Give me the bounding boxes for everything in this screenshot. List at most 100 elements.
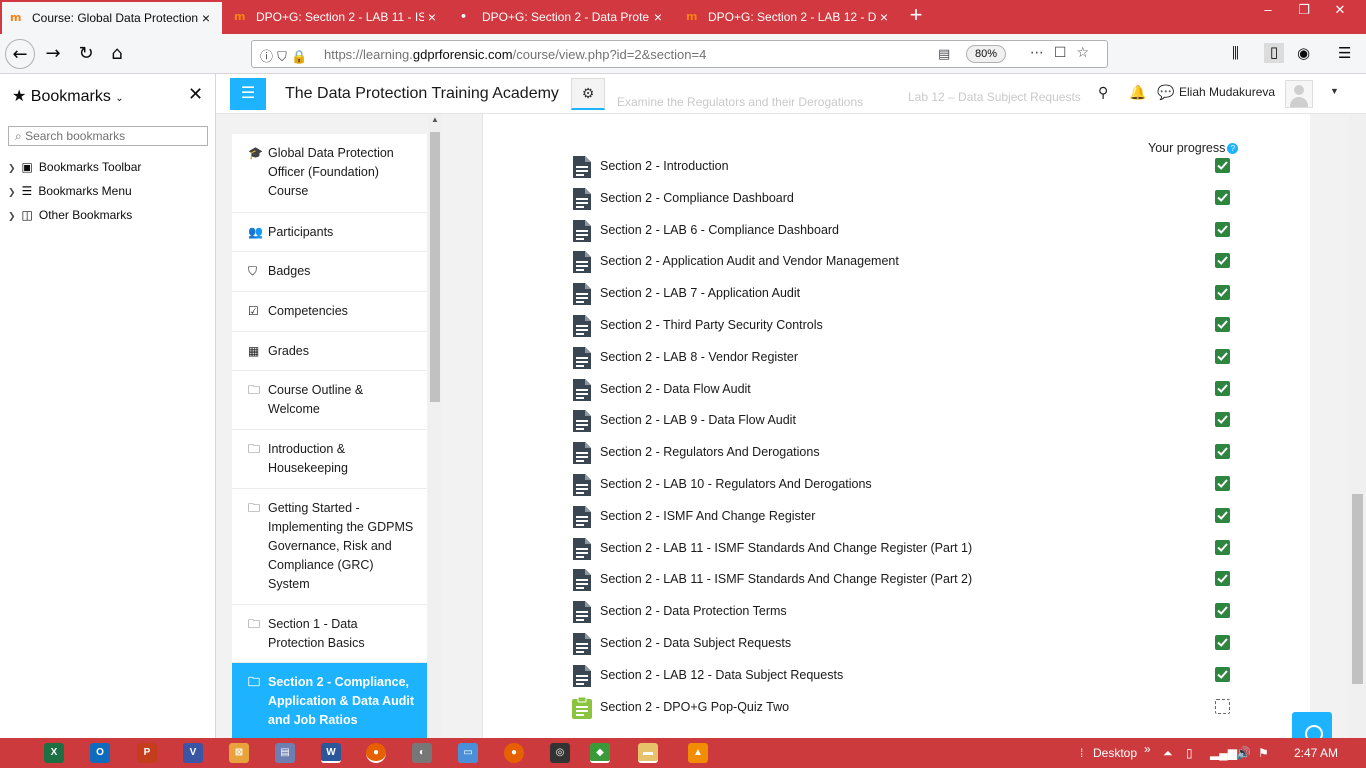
network-icon[interactable]: ▂▄▆ [1210,746,1237,760]
activity-link[interactable]: Section 2 - Third Party Security Control… [600,318,823,332]
help-icon[interactable]: ? [1227,143,1239,155]
close-icon[interactable]: × [650,9,666,25]
page-activity-row[interactable]: Section 2 - Data Subject Requests [571,632,1251,656]
firefox-icon[interactable]: ● [366,743,386,763]
bookmarks-header[interactable]: ★ Bookmarks ⌄ [12,86,124,106]
chevron-icon[interactable]: » [1144,742,1151,756]
chat-icon[interactable]: 💬 [1157,85,1174,101]
completion-checked-icon[interactable] [1215,507,1230,523]
activity-link[interactable]: Section 2 - Data Flow Audit [600,382,751,396]
completion-checked-icon[interactable] [1215,571,1230,587]
firefox-icon[interactable]: ● [504,743,524,763]
page-activity-row[interactable]: Section 2 - Data Flow Audit [571,378,1251,402]
drawer-item-badges[interactable]: ⛉ Badges [232,252,427,292]
bookmarks-search-input[interactable]: ⌕ Search bookmarks [8,126,208,146]
completion-checked-icon[interactable] [1215,444,1230,460]
activity-link[interactable]: Section 2 - LAB 10 - Regulators And Dero… [600,477,872,491]
page-activity-row[interactable]: Section 2 - LAB 8 - Vendor Register [571,346,1251,370]
tray-arrow-icon[interactable]: ⏶ [1163,746,1173,761]
completion-checked-icon[interactable] [1215,635,1230,650]
drawer-item-getting-started[interactable]: 🗀 Getting Started - Implementing the GDPM… [232,489,427,605]
desktop-toolbar[interactable]: Desktop [1093,746,1137,760]
new-tab-button[interactable]: + [904,4,928,28]
app-icon[interactable]: ◆ [590,743,610,763]
quiz-activity-row[interactable]: Section 2 - DPO+G Pop-Quiz Two [571,696,1251,720]
library-icon[interactable]: ⫼ [1232,44,1239,62]
activity-link[interactable]: Section 2 - LAB 6 - Compliance Dashboard [600,223,839,237]
completion-checked-icon[interactable] [1215,348,1230,364]
page-scrollbar[interactable] [1349,114,1366,738]
close-icon[interactable]: × [424,9,440,25]
page-activity-row[interactable]: Section 2 - Compliance Dashboard [571,187,1251,211]
bookmark-folder-toolbar[interactable]: ❯ ▣ Bookmarks Toolbar [8,160,141,174]
activity-link[interactable]: Section 2 - LAB 8 - Vendor Register [600,350,798,364]
page-activity-row[interactable]: Section 2 - Introduction [571,155,1251,179]
activity-link[interactable]: Section 2 - LAB 7 - Application Audit [600,286,800,300]
url-bar[interactable]: ⓘ ⛉ 🔒 https://learning.gdprforensic.com/… [251,40,1108,68]
activity-link[interactable]: Section 2 - LAB 11 - ISMF Standards And … [600,572,972,586]
completion-checked-icon[interactable] [1215,666,1230,682]
settings-gear-button[interactable]: ⚙ [571,78,605,110]
activity-link[interactable]: Section 2 - Application Audit and Vendor… [600,254,899,268]
drawer-item-introduction[interactable]: 🗀 Introduction & Housekeeping [232,430,427,489]
close-sidebar-button[interactable]: ✕ [188,84,203,105]
tab-course[interactable]: m Course: Global Data Protection × [2,2,222,34]
file-explorer-icon[interactable]: ▬ [638,743,658,763]
page-activity-row[interactable]: Section 2 - Application Audit and Vendor… [571,250,1251,274]
page-activity-row[interactable]: Section 2 - Third Party Security Control… [571,314,1251,338]
completion-checked-icon[interactable] [1215,412,1230,428]
page-activity-row[interactable]: Section 2 - LAB 10 - Regulators And Dero… [571,473,1251,497]
home-button[interactable]: ⌂ [102,39,132,69]
minimize-button[interactable]: – [1250,0,1286,20]
user-name[interactable]: Eliah Mudakureva [1179,85,1275,99]
page-activity-row[interactable]: Section 2 - Data Protection Terms [571,600,1251,624]
drawer-item-course-outline[interactable]: 🗀 Course Outline & Welcome [232,371,427,430]
tab-lab11[interactable]: m DPO+G: Section 2 - LAB 11 - IS × [226,0,448,34]
app-icon[interactable]: ◐ [412,743,432,763]
clock[interactable]: 2:47 AM [1294,746,1338,760]
activity-link[interactable]: Section 2 - LAB 9 - Data Flow Audit [600,413,796,427]
account-icon[interactable]: ◉ [1297,44,1310,62]
drawer-scrollbar[interactable]: ▲ [428,114,442,738]
page-activity-row[interactable]: Section 2 - LAB 12 - Data Subject Reques… [571,664,1251,688]
page-activity-row[interactable]: Section 2 - LAB 7 - Application Audit [571,282,1251,306]
page-activity-row[interactable]: Section 2 - LAB 11 - ISMF Standards And … [571,537,1251,561]
page-activity-row[interactable]: Section 2 - Regulators And Derogations [571,441,1251,465]
drawer-scroll-thumb[interactable] [430,132,440,402]
site-info-icon[interactable]: ⓘ ⛉ 🔒 [260,46,307,65]
activity-link[interactable]: Section 2 - LAB 11 - ISMF Standards And … [600,541,972,555]
activity-link[interactable]: Section 2 - LAB 12 - Data Subject Reques… [600,668,843,682]
zoom-indicator[interactable]: 80% [966,45,1006,63]
page-activity-row[interactable]: Section 2 - LAB 6 - Compliance Dashboard [571,219,1251,243]
bookmark-folder-other[interactable]: ❯ ◫ Other Bookmarks [8,208,132,222]
completion-checked-icon[interactable] [1215,253,1230,269]
activity-link[interactable]: Section 2 - Regulators And Derogations [600,445,820,459]
drawer-item-section-1[interactable]: 🗀 Section 1 - Data Protection Basics [232,605,427,663]
flag-icon[interactable]: ⚑ [1258,746,1269,760]
menu-icon[interactable]: ☰ [1338,44,1351,62]
page-activity-row[interactable]: Section 2 - LAB 11 - ISMF Standards And … [571,568,1251,592]
app-icon[interactable]: ▭ [458,743,478,763]
completion-checked-icon[interactable] [1215,603,1230,619]
activity-link[interactable]: Section 2 - Introduction [600,159,729,173]
url-text[interactable]: https://learning.gdprforensic.com/course… [324,47,706,62]
page-scroll-thumb[interactable] [1352,494,1363,684]
scroll-up-icon[interactable]: ▲ [431,115,439,124]
tab-data-protection[interactable]: • DPO+G: Section 2 - Data Prote × [452,0,674,34]
completion-checked-icon[interactable] [1215,317,1230,332]
vlc-icon[interactable]: ▲ [688,743,708,763]
drawer-item-course[interactable]: 🎓 Global Data Protection Officer (Foundat… [232,134,427,213]
word-icon[interactable]: W [321,743,341,763]
powerpoint-icon[interactable]: P [137,743,157,763]
back-button[interactable]: ← [5,39,35,69]
hamburger-button[interactable]: ☰ [230,78,266,110]
volume-icon[interactable]: 🔊 [1236,746,1251,760]
back-to-top-button[interactable] [1292,712,1332,738]
completion-checked-icon[interactable] [1215,189,1230,205]
visio-icon[interactable]: V [183,743,203,763]
drawer-item-participants[interactable]: 👥 Participants [232,213,427,252]
completion-checked-icon[interactable] [1215,539,1230,555]
sidebar-toggle-icon[interactable]: ▯ [1264,43,1284,63]
battery-icon[interactable]: ▯ [1186,746,1193,760]
activity-link[interactable]: Section 2 - Compliance Dashboard [600,191,794,205]
